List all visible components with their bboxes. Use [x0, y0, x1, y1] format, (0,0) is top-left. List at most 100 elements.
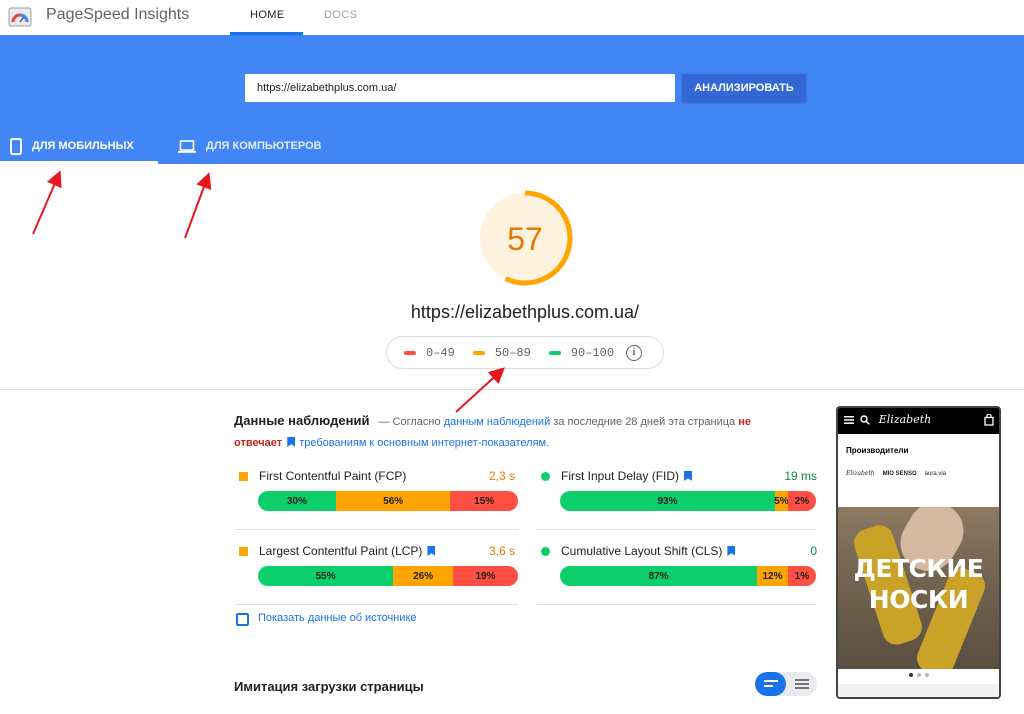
legend-poor-label: 0–49 [426, 345, 455, 360]
metric-cls-good: 87% [560, 566, 758, 586]
metric-lcp-bar: 55% 26% 19% [258, 566, 518, 586]
performance-score: 57 [507, 221, 543, 257]
metric-separator [537, 604, 816, 605]
laptop-icon [178, 139, 196, 153]
metric-fid-average: 5% [774, 491, 789, 511]
metric-fid: First Input Delay (FID) 19 ms 93% 5% 2% [537, 467, 817, 537]
metric-cls-indicator [541, 546, 550, 556]
top-bar: PageSpeed Insights HOME DOCS [0, 0, 1024, 35]
phone-brand-logo: MIO SENSO [882, 470, 917, 477]
nav-home[interactable]: HOME [250, 9, 285, 21]
phone-brand-logo: Elizabeth [846, 470, 875, 477]
search-icon [860, 415, 870, 425]
menu-icon [844, 416, 854, 424]
score-legend: 0–49 50–89 90–100 i [386, 336, 664, 369]
legend-good-swatch [548, 350, 561, 355]
carousel-dots [838, 673, 999, 677]
metric-lcp-average: 26% [393, 566, 453, 586]
metric-lcp-name: Largest Contentful Paint (LCP) [259, 544, 489, 558]
annotation-arrow-legend [455, 367, 505, 413]
metric-fid-poor: 2% [787, 491, 816, 511]
legend-average: 50–89 [472, 345, 531, 360]
legend-poor: 0–49 [404, 346, 455, 360]
url-input[interactable] [245, 74, 675, 102]
tab-desktop[interactable]: ДЛЯ КОМПЬЮТЕРОВ [178, 128, 322, 164]
legend-average-swatch [472, 350, 485, 355]
carousel-dot [908, 673, 913, 677]
metric-lcp: Largest Contentful Paint (LCP) 3,6 s 55%… [235, 542, 518, 612]
metric-fcp-bar: 30% 56% 15% [258, 491, 518, 511]
bag-icon [984, 414, 994, 426]
nav-docs[interactable]: DOCS [324, 9, 357, 21]
metric-cls-bar: 87% 12% 1% [560, 566, 816, 586]
legend-average-label: 50–89 [494, 345, 531, 360]
analyze-button[interactable]: АНАЛИЗИРОВАТЬ [682, 74, 806, 102]
tab-mobile-underline [0, 161, 158, 164]
view-toggle-list[interactable] [786, 672, 817, 696]
view-toggle-compact[interactable] [755, 672, 786, 696]
metric-lcp-poor: 19% [452, 566, 518, 586]
metric-lcp-value: 3,6 s [488, 544, 515, 558]
phone-bottom-strip [838, 684, 999, 697]
core-vitals-bookmark-icon [287, 437, 296, 447]
metric-fcp-good: 30% [258, 491, 336, 511]
phone-brand-logo: aura.via [924, 470, 946, 477]
metric-lcp-good: 55% [258, 566, 394, 586]
metric-fcp-name: First Contentful Paint (FCP) [259, 469, 407, 483]
tab-mobile[interactable]: ДЛЯ МОБИЛЬНЫХ [0, 128, 158, 164]
metric-fid-bar: 93% 5% 2% [560, 491, 816, 511]
analyzed-url: https://elizabethplus.com.ua/ [410, 302, 640, 322]
info-icon[interactable]: i [626, 344, 643, 361]
compact-list-icon [763, 680, 778, 687]
metric-cls: Cumulative Layout Shift (CLS) 0 87% 12% … [537, 542, 817, 612]
metric-cls-poor: 1% [787, 566, 816, 586]
origin-checkbox-label[interactable]: Показать данные об источнике [258, 612, 417, 624]
metric-fid-bookmark-icon [684, 471, 693, 481]
carousel-dot [916, 673, 921, 677]
metric-lcp-bookmark-icon [427, 546, 436, 556]
phone-brand: Elizabeth [878, 413, 932, 426]
field-data-header: Данные наблюдений — Согласно данным набл… [234, 410, 784, 454]
field-data-text-before: — Согласно [378, 416, 441, 428]
metric-fcp-average: 56% [336, 491, 451, 511]
metric-fcp-poor: 15% [450, 491, 518, 511]
metric-fcp-value: 2,3 s [488, 469, 515, 483]
metric-cls-average: 12% [757, 566, 788, 586]
promo-line-1: ДЕТСКИЕ [853, 554, 984, 583]
core-vitals-link[interactable]: требованиям к основным интернет-показате… [299, 437, 549, 449]
metric-fcp-indicator [239, 471, 248, 481]
metric-fid-name: First Input Delay (FID) [561, 469, 784, 483]
metric-separator [537, 529, 816, 530]
phone-header: Elizabeth [838, 408, 999, 434]
promo-line-2: НОСКИ [868, 585, 969, 614]
phone-section-title: Производители [846, 446, 909, 455]
metric-cls-name: Cumulative Layout Shift (CLS) [561, 544, 810, 558]
list-icon [794, 679, 809, 689]
carousel-dot [924, 673, 929, 677]
metric-fid-indicator [541, 471, 550, 481]
phone-brand-logos: Elizabeth MIO SENSO aura.via [846, 470, 996, 477]
metric-separator [235, 529, 518, 530]
annotation-arrow-desktop [184, 172, 212, 239]
phone-promo-image: ДЕТСКИЕ НОСКИ [838, 507, 999, 669]
section-divider [0, 389, 1024, 390]
field-data-link[interactable]: данным наблюдений [444, 416, 551, 428]
field-data-text-middle: за последние 28 дней эта страница [553, 416, 736, 428]
metric-fid-good: 93% [560, 491, 776, 511]
legend-good: 90–100 [548, 345, 615, 360]
view-toggle [755, 672, 817, 696]
metric-fid-value: 19 ms [784, 469, 817, 483]
tab-mobile-label: ДЛЯ МОБИЛЬНЫХ [32, 140, 134, 152]
metric-lcp-indicator [239, 546, 248, 556]
tab-desktop-label: ДЛЯ КОМПЬЮТЕРОВ [206, 140, 322, 152]
legend-good-label: 90–100 [570, 345, 615, 360]
metric-cls-value: 0 [810, 544, 817, 558]
promo-text: ДЕТСКИЕ НОСКИ [838, 553, 999, 615]
phone-icon [10, 137, 22, 155]
origin-checkbox[interactable] [236, 613, 249, 626]
mobile-screenshot: Elizabeth Производители Elizabeth MIO SE… [836, 406, 1001, 699]
metric-separator [235, 604, 518, 605]
pagespeed-logo-icon[interactable] [8, 6, 32, 28]
metric-fcp: First Contentful Paint (FCP) 2,3 s 30% 5… [235, 467, 518, 537]
lab-data-title: Имитация загрузки страницы [234, 679, 424, 694]
